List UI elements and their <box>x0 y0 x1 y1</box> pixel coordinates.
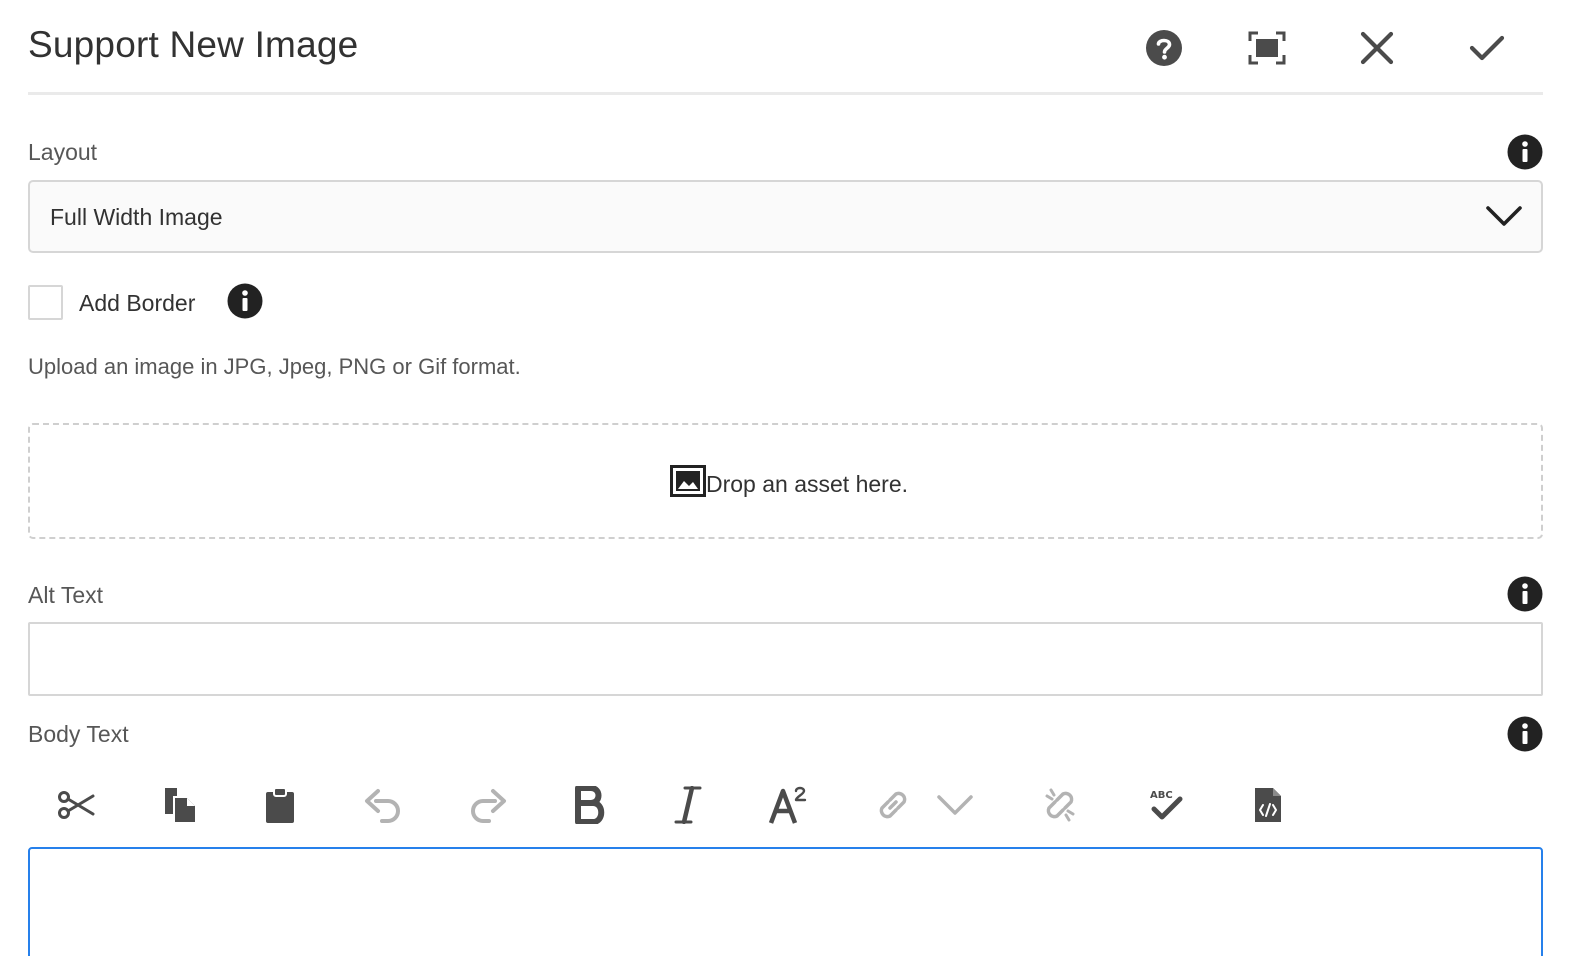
fullscreen-icon <box>1248 31 1286 65</box>
layout-info-icon[interactable] <box>1507 134 1543 170</box>
add-border-info-icon[interactable] <box>227 283 263 319</box>
close-button[interactable] <box>1355 26 1399 70</box>
unlink-button[interactable] <box>1035 780 1085 830</box>
link-button[interactable] <box>868 780 918 830</box>
layout-select[interactable]: Full Width Image <box>28 180 1543 253</box>
paste-icon <box>266 787 294 823</box>
italic-icon <box>674 786 702 824</box>
layout-select-value: Full Width Image <box>50 204 223 230</box>
superscript-button[interactable] <box>763 780 813 830</box>
add-border-checkbox[interactable] <box>28 285 63 320</box>
italic-button[interactable] <box>663 780 713 830</box>
link-icon <box>879 791 907 819</box>
redo-icon <box>471 789 506 823</box>
alt-text-info-icon[interactable] <box>1507 576 1543 612</box>
dialog: Support New Image Layout Full Width Imag… <box>0 0 1594 956</box>
asset-dropzone[interactable]: Drop an asset here. <box>28 423 1543 539</box>
fullscreen-button[interactable] <box>1245 26 1289 70</box>
bold-icon <box>575 786 605 824</box>
bold-button[interactable] <box>565 780 615 830</box>
cut-button[interactable] <box>52 780 102 830</box>
dropzone-content: Drop an asset here. <box>670 465 908 497</box>
image-icon <box>670 465 706 497</box>
undo-icon <box>365 789 400 823</box>
add-border-label[interactable]: Add Border <box>79 290 195 317</box>
dialog-header: Support New Image <box>28 0 1543 95</box>
done-button[interactable] <box>1465 26 1509 70</box>
alt-text-label: Alt Text <box>28 582 103 608</box>
alt-text-input[interactable] <box>28 622 1543 696</box>
body-text-label: Body Text <box>28 721 129 747</box>
copy-button[interactable] <box>155 780 205 830</box>
redo-button[interactable] <box>463 780 513 830</box>
upload-help-text: Upload an image in JPG, Jpeg, PNG or Gif… <box>28 354 521 379</box>
copy-icon <box>165 788 195 822</box>
undo-button[interactable] <box>358 780 408 830</box>
link-dropdown-button[interactable] <box>930 780 980 830</box>
body-text-info-icon[interactable] <box>1507 716 1543 752</box>
cut-icon <box>58 791 95 819</box>
source-edit-icon <box>1255 788 1281 822</box>
chevron-down-icon <box>1486 206 1522 226</box>
dialog-title: Support New Image <box>28 24 359 65</box>
spellcheck-button[interactable]: ABC <box>1141 780 1191 830</box>
dropzone-text: Drop an asset here. <box>706 471 909 497</box>
svg-text:ABC: ABC <box>1150 790 1173 801</box>
superscript-icon <box>768 786 807 824</box>
link-dropdown-chevron-icon <box>937 795 973 815</box>
spellcheck-icon: ABC <box>1150 790 1183 820</box>
unlink-icon <box>1045 788 1075 822</box>
close-icon <box>1360 31 1394 65</box>
paste-button[interactable] <box>255 780 305 830</box>
layout-label: Layout <box>28 139 98 165</box>
help-icon <box>1146 30 1182 66</box>
done-icon <box>1469 35 1505 61</box>
help-button[interactable] <box>1142 26 1186 70</box>
source-edit-button[interactable] <box>1243 780 1293 830</box>
rte-toolbar: ABC <box>28 770 1543 840</box>
body-text-editor[interactable] <box>28 847 1543 956</box>
